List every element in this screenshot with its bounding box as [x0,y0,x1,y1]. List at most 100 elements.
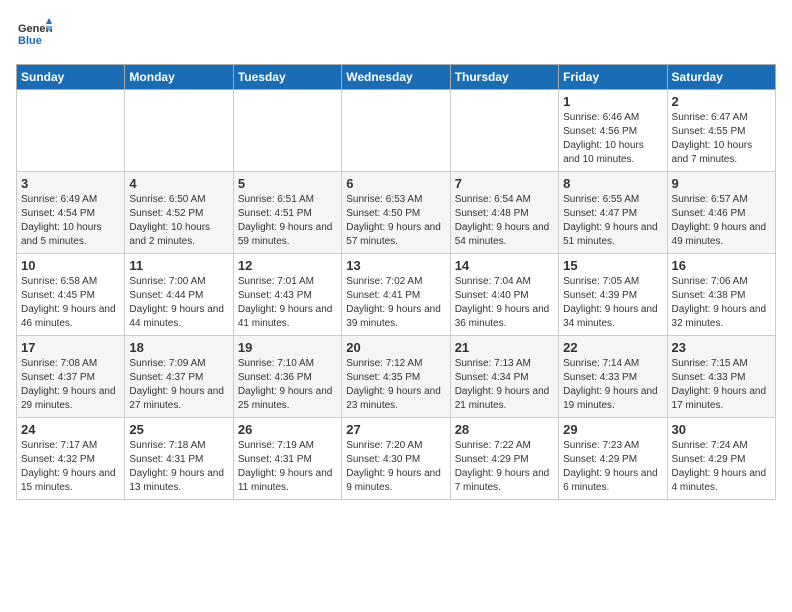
day-info: Sunrise: 7:23 AM Sunset: 4:29 PM Dayligh… [563,439,662,495]
day-cell: 11 Sunrise: 7:00 AM Sunset: 4:44 PM Dayli… [125,254,233,336]
day-number: 9 [672,176,771,191]
day-info: Sunrise: 6:54 AM Sunset: 4:48 PM Dayligh… [455,193,554,249]
day-number: 17 [21,340,120,355]
day-cell: 14 Sunrise: 7:04 AM Sunset: 4:40 PM Dayli… [450,254,558,336]
day-info: Sunrise: 7:13 AM Sunset: 4:34 PM Dayligh… [455,357,554,413]
logo-icon: General Blue [16,16,52,52]
calendar-table: SundayMondayTuesdayWednesdayThursdayFrid… [16,64,776,500]
day-number: 12 [238,258,337,273]
day-info: Sunrise: 7:06 AM Sunset: 4:38 PM Dayligh… [672,275,771,331]
day-info: Sunrise: 7:20 AM Sunset: 4:30 PM Dayligh… [346,439,445,495]
day-number: 13 [346,258,445,273]
day-number: 4 [129,176,228,191]
day-cell: 2Sunrise: 6:47 AM Sunset: 4:55 PM Daylig… [667,90,775,172]
day-info: Sunrise: 6:50 AM Sunset: 4:52 PM Dayligh… [129,193,228,249]
day-cell: 1Sunrise: 6:46 AM Sunset: 4:56 PM Daylig… [559,90,667,172]
week-row-1: 1Sunrise: 6:46 AM Sunset: 4:56 PM Daylig… [17,90,776,172]
day-number: 18 [129,340,228,355]
day-cell: 7 Sunrise: 6:54 AM Sunset: 4:48 PM Daylig… [450,172,558,254]
day-cell: 24 Sunrise: 7:17 AM Sunset: 4:32 PM Dayli… [17,418,125,500]
day-cell: 19Sunrise: 7:10 AM Sunset: 4:36 PM Dayli… [233,336,341,418]
day-number: 16 [672,258,771,273]
day-cell: 5 Sunrise: 6:51 AM Sunset: 4:51 PM Daylig… [233,172,341,254]
logo: General Blue [16,16,52,52]
day-number: 25 [129,422,228,437]
day-info: Sunrise: 7:22 AM Sunset: 4:29 PM Dayligh… [455,439,554,495]
day-number: 19 [238,340,337,355]
day-number: 8 [563,176,662,191]
day-cell: 4 Sunrise: 6:50 AM Sunset: 4:52 PM Daylig… [125,172,233,254]
day-info: Sunrise: 6:53 AM Sunset: 4:50 PM Dayligh… [346,193,445,249]
day-number: 29 [563,422,662,437]
day-number: 3 [21,176,120,191]
day-cell [450,90,558,172]
week-row-5: 24 Sunrise: 7:17 AM Sunset: 4:32 PM Dayli… [17,418,776,500]
day-cell: 28 Sunrise: 7:22 AM Sunset: 4:29 PM Dayli… [450,418,558,500]
day-info: Sunrise: 6:57 AM Sunset: 4:46 PM Dayligh… [672,193,771,249]
day-number: 21 [455,340,554,355]
day-info: Sunrise: 7:05 AM Sunset: 4:39 PM Dayligh… [563,275,662,331]
day-cell: 20Sunrise: 7:12 AM Sunset: 4:35 PM Dayli… [342,336,450,418]
day-number: 28 [455,422,554,437]
day-number: 24 [21,422,120,437]
week-row-4: 17 Sunrise: 7:08 AM Sunset: 4:37 PM Dayli… [17,336,776,418]
day-cell: 9 Sunrise: 6:57 AM Sunset: 4:46 PM Daylig… [667,172,775,254]
day-cell: 25 Sunrise: 7:18 AM Sunset: 4:31 PM Dayli… [125,418,233,500]
day-cell: 23 Sunrise: 7:15 AM Sunset: 4:33 PM Dayli… [667,336,775,418]
day-info: Sunrise: 7:24 AM Sunset: 4:29 PM Dayligh… [672,439,771,495]
day-info: Sunrise: 7:15 AM Sunset: 4:33 PM Dayligh… [672,357,771,413]
day-info: Sunrise: 7:19 AM Sunset: 4:31 PM Dayligh… [238,439,337,495]
day-cell: 22Sunrise: 7:14 AM Sunset: 4:33 PM Dayli… [559,336,667,418]
day-info: Sunrise: 6:55 AM Sunset: 4:47 PM Dayligh… [563,193,662,249]
day-cell: 13 Sunrise: 7:02 AM Sunset: 4:41 PM Dayli… [342,254,450,336]
day-cell: 6Sunrise: 6:53 AM Sunset: 4:50 PM Daylig… [342,172,450,254]
day-cell: 12Sunrise: 7:01 AM Sunset: 4:43 PM Dayli… [233,254,341,336]
day-cell: 15Sunrise: 7:05 AM Sunset: 4:39 PM Dayli… [559,254,667,336]
day-cell: 30 Sunrise: 7:24 AM Sunset: 4:29 PM Dayli… [667,418,775,500]
day-number: 10 [21,258,120,273]
col-header-friday: Friday [559,65,667,90]
day-info: Sunrise: 7:17 AM Sunset: 4:32 PM Dayligh… [21,439,120,495]
day-cell: 16 Sunrise: 7:06 AM Sunset: 4:38 PM Dayli… [667,254,775,336]
day-number: 27 [346,422,445,437]
day-number: 30 [672,422,771,437]
day-info: Sunrise: 7:09 AM Sunset: 4:37 PM Dayligh… [129,357,228,413]
day-number: 1 [563,94,662,109]
header: General Blue [16,16,776,52]
day-number: 23 [672,340,771,355]
day-cell: 29 Sunrise: 7:23 AM Sunset: 4:29 PM Dayli… [559,418,667,500]
day-number: 7 [455,176,554,191]
day-number: 5 [238,176,337,191]
day-info: Sunrise: 7:04 AM Sunset: 4:40 PM Dayligh… [455,275,554,331]
col-header-saturday: Saturday [667,65,775,90]
day-cell: 17 Sunrise: 7:08 AM Sunset: 4:37 PM Dayli… [17,336,125,418]
day-number: 11 [129,258,228,273]
day-number: 20 [346,340,445,355]
day-info: Sunrise: 6:58 AM Sunset: 4:45 PM Dayligh… [21,275,120,331]
day-cell: 27 Sunrise: 7:20 AM Sunset: 4:30 PM Dayli… [342,418,450,500]
day-info: Sunrise: 6:51 AM Sunset: 4:51 PM Dayligh… [238,193,337,249]
day-info: Sunrise: 7:14 AM Sunset: 4:33 PM Dayligh… [563,357,662,413]
day-cell [125,90,233,172]
col-header-monday: Monday [125,65,233,90]
week-row-3: 10 Sunrise: 6:58 AM Sunset: 4:45 PM Dayli… [17,254,776,336]
day-info: Sunrise: 6:49 AM Sunset: 4:54 PM Dayligh… [21,193,120,249]
col-header-tuesday: Tuesday [233,65,341,90]
day-cell [342,90,450,172]
svg-text:General: General [18,23,52,35]
col-header-thursday: Thursday [450,65,558,90]
day-info: Sunrise: 7:00 AM Sunset: 4:44 PM Dayligh… [129,275,228,331]
day-number: 14 [455,258,554,273]
day-info: Sunrise: 7:02 AM Sunset: 4:41 PM Dayligh… [346,275,445,331]
day-cell: 26 Sunrise: 7:19 AM Sunset: 4:31 PM Dayli… [233,418,341,500]
day-number: 26 [238,422,337,437]
day-info: Sunrise: 7:18 AM Sunset: 4:31 PM Dayligh… [129,439,228,495]
day-cell: 3 Sunrise: 6:49 AM Sunset: 4:54 PM Daylig… [17,172,125,254]
col-header-wednesday: Wednesday [342,65,450,90]
day-cell: 10 Sunrise: 6:58 AM Sunset: 4:45 PM Dayli… [17,254,125,336]
day-info: Sunrise: 7:08 AM Sunset: 4:37 PM Dayligh… [21,357,120,413]
week-row-2: 3 Sunrise: 6:49 AM Sunset: 4:54 PM Daylig… [17,172,776,254]
day-cell: 21 Sunrise: 7:13 AM Sunset: 4:34 PM Dayli… [450,336,558,418]
svg-text:Blue: Blue [18,35,42,47]
day-cell: 18 Sunrise: 7:09 AM Sunset: 4:37 PM Dayli… [125,336,233,418]
